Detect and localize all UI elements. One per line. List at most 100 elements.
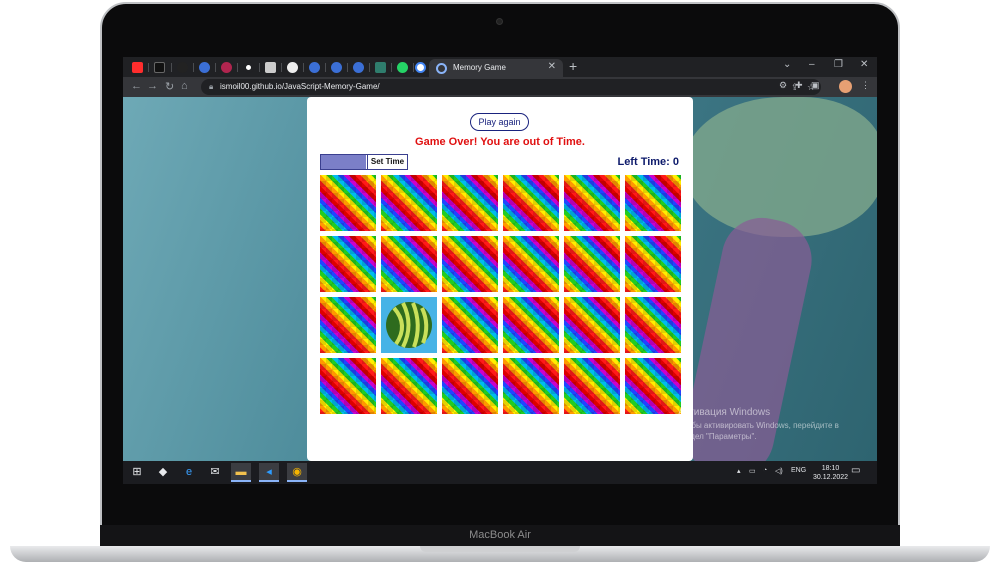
memory-card-back[interactable]: [381, 175, 437, 231]
memory-card-back[interactable]: [442, 175, 498, 231]
notifications-icon[interactable]: ▭: [851, 465, 860, 476]
minimize-button[interactable]: –: [809, 59, 815, 70]
memory-card-back[interactable]: [320, 358, 376, 414]
tab-separator: [259, 63, 260, 72]
close-window-button[interactable]: ✕: [860, 59, 868, 70]
card-pattern: [320, 175, 376, 231]
site-tab-icon[interactable]: [309, 62, 320, 73]
tab-separator: [347, 63, 348, 72]
home-icon[interactable]: ⌂: [181, 80, 188, 92]
memory-card-back[interactable]: [320, 297, 376, 353]
site-tab-icon[interactable]: [353, 62, 364, 73]
tab-separator: [148, 63, 149, 72]
memory-card-back[interactable]: [625, 175, 681, 231]
card-pattern: [564, 358, 620, 414]
play-again-button[interactable]: Play again: [470, 113, 529, 131]
vscode-icon[interactable]: ◂: [259, 463, 279, 482]
memory-card-back[interactable]: [442, 358, 498, 414]
memory-card-back[interactable]: [381, 358, 437, 414]
site-tab-icon[interactable]: [221, 62, 232, 73]
maximize-button[interactable]: ❐: [834, 59, 843, 70]
language-indicator[interactable]: ENG: [791, 467, 806, 474]
site-tab-icon[interactable]: [287, 62, 298, 73]
tab-memory-game[interactable]: Memory Game ✕: [429, 59, 563, 77]
memory-card-back[interactable]: [320, 236, 376, 292]
forward-arrow-icon[interactable]: →: [147, 80, 158, 92]
card-pattern: [320, 358, 376, 414]
wallpaper-shape: [683, 97, 877, 237]
memory-card-back[interactable]: [503, 297, 559, 353]
card-pattern: [503, 297, 559, 353]
memory-card-back[interactable]: [503, 358, 559, 414]
card-pattern: [381, 175, 437, 231]
memory-card-back[interactable]: [503, 236, 559, 292]
windows-activation-watermark: Активация Windows Чтобы активировать Win…: [678, 407, 858, 442]
memory-card-back[interactable]: [625, 236, 681, 292]
app-icon[interactable]: ◆: [153, 463, 173, 482]
card-pattern: [564, 175, 620, 231]
memory-card-back[interactable]: [442, 297, 498, 353]
memory-card-back[interactable]: [564, 297, 620, 353]
tray-chevron-icon[interactable]: ▴: [737, 467, 741, 475]
extension-icon[interactable]: ⚙: [779, 80, 787, 91]
file-explorer-icon[interactable]: ▬: [231, 463, 251, 482]
card-pattern: [442, 175, 498, 231]
site-tab-icon[interactable]: [243, 62, 254, 73]
memory-card-back[interactable]: [381, 236, 437, 292]
site-tab-icon[interactable]: [199, 62, 210, 73]
game-container: Play again Game Over! You are out of Tim…: [307, 97, 693, 461]
doc-tab-icon[interactable]: [265, 62, 276, 73]
whatsapp-tab-icon[interactable]: [397, 62, 408, 73]
new-tab-button[interactable]: +: [569, 58, 577, 74]
left-time-counter: Left Time: 0: [617, 156, 679, 168]
page-viewport: Play again Game Over! You are out of Tim…: [123, 97, 877, 461]
taskbar: ⊞ ◆ e ✉ ▬ ◂ ◉ ▴ ▭ ◔ ◁) ENG 18:10 30.12.2…: [123, 461, 877, 484]
site-tab-icon[interactable]: [375, 62, 386, 73]
memory-card-back[interactable]: [564, 236, 620, 292]
battery-icon[interactable]: ▭: [749, 467, 756, 475]
memory-card-back[interactable]: [503, 175, 559, 231]
card-pattern: [381, 236, 437, 292]
edge-browser-icon[interactable]: e: [179, 463, 199, 482]
tab-title: Memory Game: [453, 63, 506, 72]
address-bar[interactable]: 🔒︎ ismoil00.github.io/JavaScript-Memory-…: [201, 79, 821, 95]
activation-title: Активация Windows: [678, 407, 771, 418]
mail-icon[interactable]: ✉: [205, 463, 225, 482]
reload-icon[interactable]: ↻: [165, 80, 174, 93]
taskbar-clock[interactable]: 18:10 30.12.2022: [813, 464, 848, 482]
github-tab-icon[interactable]: [177, 62, 188, 73]
memory-card-back[interactable]: [320, 175, 376, 231]
tab-search-button[interactable]: ⌄: [783, 59, 791, 70]
tab-separator: [281, 63, 282, 72]
side-panel-icon[interactable]: ▣: [811, 80, 820, 91]
card-pattern: [625, 236, 681, 292]
browser-toolbar: ← → ↻ ⌂ 🔒︎ ismoil00.github.io/JavaScript…: [123, 77, 877, 97]
tab-strip: Memory Game ✕ + ⌄ – ❐ ✕: [123, 57, 877, 77]
memory-card-back[interactable]: [564, 358, 620, 414]
set-time-button[interactable]: Set Time: [367, 155, 407, 169]
menu-kebab-icon[interactable]: ⋮: [861, 80, 870, 91]
memory-card-back[interactable]: [564, 175, 620, 231]
youtube-tab-icon[interactable]: [132, 62, 143, 73]
memory-card-back[interactable]: [625, 297, 681, 353]
tab-separator: [391, 63, 392, 72]
volume-icon[interactable]: ◁): [775, 467, 783, 475]
puzzle-extensions-icon[interactable]: ✚: [795, 80, 803, 91]
wifi-icon[interactable]: ◔: [763, 467, 767, 474]
webcam-icon: [496, 18, 503, 25]
google-tab-icon[interactable]: [415, 62, 426, 73]
lock-icon: 🔒︎: [209, 82, 214, 91]
profile-avatar[interactable]: [839, 80, 852, 93]
memory-card-watermelon[interactable]: [381, 297, 437, 353]
card-pattern: [320, 236, 376, 292]
chrome-icon[interactable]: ◉: [287, 463, 307, 482]
site-tab-icon[interactable]: [331, 62, 342, 73]
back-arrow-icon[interactable]: ←: [131, 80, 142, 92]
windows-start-icon[interactable]: ⊞: [127, 463, 147, 482]
laptop-notch: [420, 546, 580, 552]
memory-card-back[interactable]: [442, 236, 498, 292]
card-pattern: [503, 358, 559, 414]
medium-tab-icon[interactable]: [154, 62, 165, 73]
close-tab-icon[interactable]: ✕: [548, 61, 556, 72]
memory-card-back[interactable]: [625, 358, 681, 414]
